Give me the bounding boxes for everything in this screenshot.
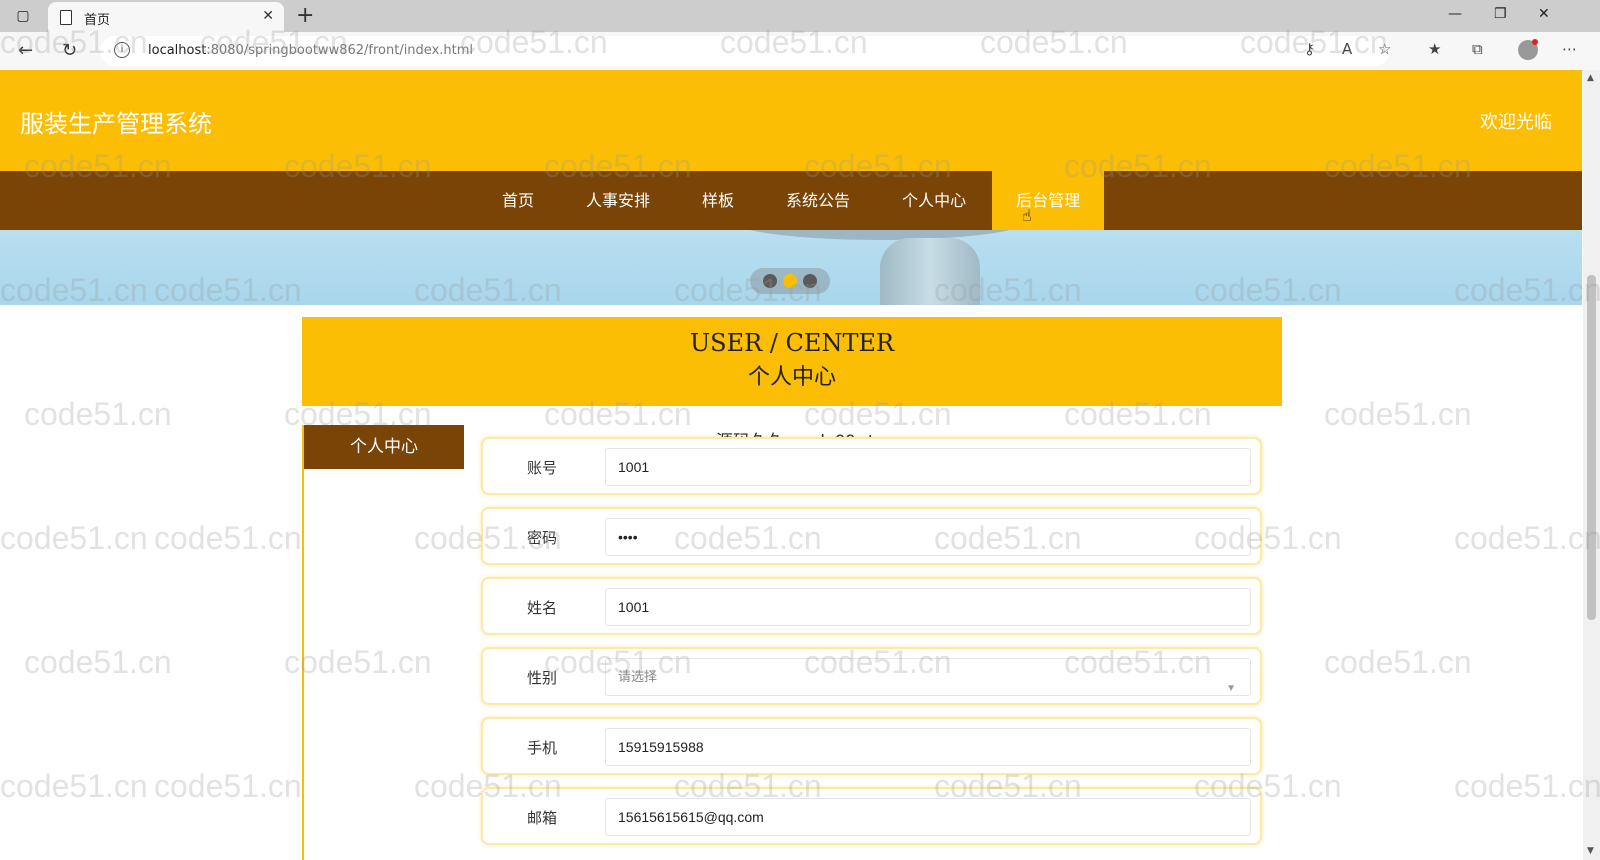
url-field[interactable]: i localhost:8080/springbootww862/front/i… xyxy=(100,36,1390,66)
nav-item-announcements[interactable]: 系统公告 xyxy=(760,171,876,230)
site-header: 服装生产管理系统 欢迎光临 xyxy=(0,70,1582,171)
section-title-banner: USER / CENTER 个人中心 xyxy=(302,317,1282,406)
phone-label: 手机 xyxy=(527,739,558,757)
browser-tab[interactable]: 首页 ✕ xyxy=(48,2,284,32)
email-label: 邮箱 xyxy=(527,809,558,827)
scrollbar[interactable]: ▲ ▼ xyxy=(1583,70,1600,860)
carousel-dot[interactable] xyxy=(803,274,817,288)
add-favorite-icon[interactable]: ☆ xyxy=(1378,40,1391,58)
name-label: 姓名 xyxy=(527,599,558,617)
carousel-indicators xyxy=(750,268,830,294)
nav-item-samples[interactable]: 样板 xyxy=(676,171,760,230)
nav-item-admin[interactable]: 后台管理 xyxy=(992,171,1105,230)
reload-icon[interactable]: ↻ xyxy=(62,40,77,61)
nav-item-personal-center[interactable]: 个人中心 xyxy=(876,171,992,230)
account-input[interactable]: 1001 xyxy=(605,448,1251,486)
gender-select[interactable]: 请选择 ▼ xyxy=(605,658,1251,696)
page-icon xyxy=(60,10,72,25)
tab-actions-icon[interactable]: ▢ xyxy=(14,7,32,25)
section-title-cn: 个人中心 xyxy=(747,365,836,390)
welcome-text: 欢迎光临 xyxy=(1480,112,1552,133)
banner-image-shape xyxy=(730,230,1030,240)
form-row-gender: 性别 请选择 ▼ xyxy=(481,647,1262,705)
mouse-cursor-icon: ☝ xyxy=(1022,206,1032,225)
form-row-password: 密码 •••• xyxy=(481,507,1262,565)
close-tab-icon[interactable]: ✕ xyxy=(262,8,274,24)
read-aloud-icon[interactable]: A xyxy=(1342,40,1352,58)
back-icon[interactable]: ← xyxy=(18,40,33,61)
minimize-icon[interactable]: — xyxy=(1448,6,1462,22)
key-icon[interactable]: ⚷ xyxy=(1304,40,1315,58)
carousel-banner xyxy=(0,230,1582,305)
url-text: localhost:8080/springbootww862/front/ind… xyxy=(148,43,473,58)
phone-input[interactable]: 15915915988 xyxy=(605,728,1251,766)
more-icon[interactable]: ⋯ xyxy=(1562,40,1577,58)
name-input[interactable]: 1001 xyxy=(605,588,1251,626)
password-label: 密码 xyxy=(527,529,558,547)
close-window-icon[interactable]: ✕ xyxy=(1538,6,1550,22)
nav-item-home[interactable]: 首页 xyxy=(476,171,560,230)
collections-icon[interactable]: ⧉ xyxy=(1472,40,1483,58)
carousel-dot-active[interactable] xyxy=(783,274,797,288)
side-menu: 个人中心 xyxy=(302,425,464,860)
password-input[interactable]: •••• xyxy=(605,518,1251,556)
scroll-up-icon[interactable]: ▲ xyxy=(1587,73,1594,83)
form-row-email: 邮箱 15615615615@qq.com xyxy=(481,787,1262,845)
new-tab-icon[interactable]: + xyxy=(296,3,314,29)
restore-icon[interactable]: ❐ xyxy=(1494,6,1507,22)
carousel-dot[interactable] xyxy=(763,274,777,288)
url-path: :8080/springbootww862/front/index.html xyxy=(206,43,474,58)
side-menu-title[interactable]: 个人中心 xyxy=(304,425,464,469)
gender-label: 性别 xyxy=(527,669,558,687)
nav-item-personnel[interactable]: 人事安排 xyxy=(560,171,676,230)
form-row-account: 账号 1001 xyxy=(481,437,1262,495)
url-host: localhost xyxy=(148,43,207,58)
banner-image-shape xyxy=(880,238,980,305)
browser-tab-bar: ▢ 首页 ✕ + — ❐ ✕ xyxy=(0,0,1600,32)
gender-placeholder: 请选择 xyxy=(618,669,658,684)
form-row-phone: 手机 15915915988 xyxy=(481,717,1262,775)
form-row-name: 姓名 1001 xyxy=(481,577,1262,635)
account-label: 账号 xyxy=(527,459,558,477)
tab-title: 首页 xyxy=(84,13,111,28)
section-title-en: USER / CENTER xyxy=(689,329,895,357)
main-nav: 首页 人事安排 样板 系统公告 个人中心 后台管理 xyxy=(0,171,1582,230)
site-info-icon[interactable]: i xyxy=(114,42,130,58)
scroll-thumb[interactable] xyxy=(1587,275,1596,620)
email-input[interactable]: 15615615615@qq.com xyxy=(605,798,1251,836)
page-viewport: 服装生产管理系统 欢迎光临 首页 人事安排 样板 系统公告 个人中心 后台管理 … xyxy=(0,70,1582,860)
nav-list: 首页 人事安排 样板 系统公告 个人中心 后台管理 xyxy=(476,171,1105,230)
notification-dot xyxy=(1532,39,1538,45)
favorites-icon[interactable]: ★ xyxy=(1428,40,1441,58)
site-title: 服装生产管理系统 xyxy=(20,110,212,138)
address-bar: ← ↻ i localhost:8080/springbootww862/fro… xyxy=(0,32,1600,71)
scroll-down-icon[interactable]: ▼ xyxy=(1587,846,1594,856)
chevron-down-icon: ▼ xyxy=(1226,683,1236,694)
